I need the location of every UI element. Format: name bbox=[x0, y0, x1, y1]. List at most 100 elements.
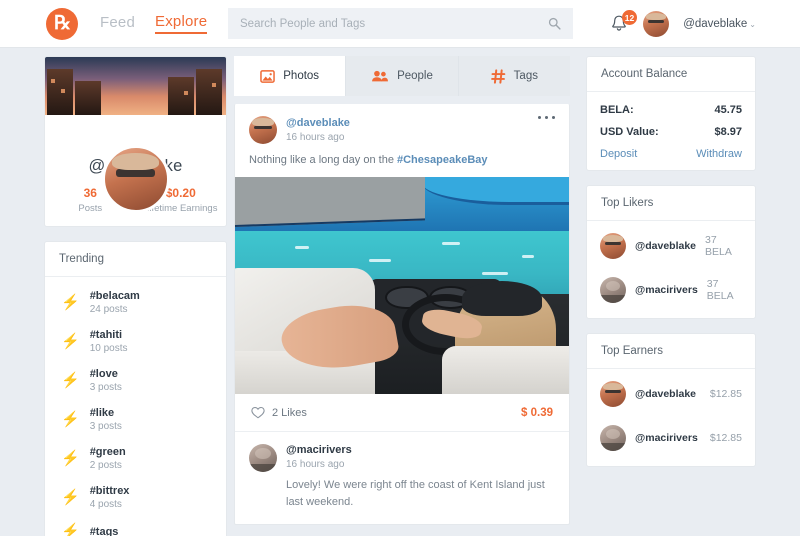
account-handle: @daveblake bbox=[683, 18, 748, 30]
trending-item[interactable]: ⚡ #tags bbox=[45, 517, 226, 536]
post-header: @daveblake 16 hours ago bbox=[235, 104, 569, 144]
bolt-icon: ⚡ bbox=[61, 411, 80, 428]
trending-item[interactable]: ⚡ #like 3 posts bbox=[45, 400, 226, 439]
cover-building bbox=[75, 81, 101, 115]
top-earner-avatar[interactable] bbox=[600, 381, 626, 407]
top-liker-handle[interactable]: @daveblake bbox=[635, 240, 696, 252]
trending-item-tag: #belacam bbox=[89, 290, 140, 302]
nav-item-feed[interactable]: Feed bbox=[100, 14, 135, 33]
tab-photos[interactable]: Photos bbox=[234, 56, 347, 96]
deposit-link[interactable]: Deposit bbox=[600, 148, 637, 160]
belacam-b-logo-icon[interactable]: ℞ bbox=[46, 7, 78, 40]
post-author-avatar[interactable] bbox=[249, 116, 277, 144]
trending-item[interactable]: ⚡ #belacam 24 posts bbox=[45, 283, 226, 322]
trending-item-tag: #tahiti bbox=[89, 329, 123, 341]
post-caption-text: Nothing like a long day on the bbox=[249, 154, 397, 166]
balance-usd-value: $8.97 bbox=[714, 126, 742, 138]
cover-window bbox=[51, 79, 55, 83]
top-earner-handle[interactable]: @daveblake bbox=[635, 388, 701, 400]
bolt-icon: ⚡ bbox=[61, 333, 80, 350]
people-icon bbox=[371, 69, 389, 83]
top-liker-item[interactable]: @macirivers 37 BELA bbox=[587, 268, 755, 312]
main-nav: Feed Explore bbox=[100, 13, 208, 34]
balance-bela-value: 45.75 bbox=[714, 104, 742, 116]
top-earner-item[interactable]: @macirivers $12.85 bbox=[587, 416, 755, 460]
nav-item-explore[interactable]: Explore bbox=[155, 13, 208, 34]
top-liker-avatar[interactable] bbox=[600, 277, 626, 303]
bolt-icon: ⚡ bbox=[61, 294, 80, 311]
top-earner-handle[interactable]: @macirivers bbox=[635, 432, 701, 444]
trending-item[interactable]: ⚡ #love 3 posts bbox=[45, 361, 226, 400]
trending-title: Trending bbox=[45, 242, 226, 277]
trending-item-tag: #like bbox=[89, 407, 115, 419]
post-caption-hashtag[interactable]: #ChesapeakeBay bbox=[397, 154, 488, 166]
trending-card: Trending ⚡ #belacam 24 posts ⚡ #tahiti 1… bbox=[44, 241, 227, 536]
trending-item[interactable]: ⚡ #green 2 posts bbox=[45, 439, 226, 478]
photo-canopy-left bbox=[235, 177, 426, 227]
app-root: ℞ Feed Explore Search People and Tags 12 bbox=[0, 0, 800, 536]
post-author-block[interactable]: @daveblake 16 hours ago bbox=[249, 116, 555, 144]
top-liker-value: 37 BELA bbox=[706, 278, 734, 302]
trending-item[interactable]: ⚡ #tahiti 10 posts bbox=[45, 322, 226, 361]
heart-icon[interactable] bbox=[251, 406, 265, 419]
top-earner-avatar[interactable] bbox=[600, 425, 626, 451]
trending-item-tag: #green bbox=[89, 446, 126, 458]
notifications-button[interactable]: 12 bbox=[609, 10, 638, 35]
trending-item[interactable]: ⚡ #bittrex 4 posts bbox=[45, 478, 226, 517]
comment-avatar[interactable] bbox=[249, 444, 277, 472]
top-earner-value: $12.85 bbox=[709, 432, 742, 444]
top-earners-card: Top Earners @daveblake $12.85 @maciriver… bbox=[586, 333, 756, 467]
balance-row-bela: BELA: 45.75 bbox=[587, 99, 755, 121]
top-likers-card: Top Likers @daveblake 37 BELA @maciriver… bbox=[586, 185, 756, 319]
tab-tags[interactable]: Tags bbox=[458, 56, 570, 96]
tab-people[interactable]: People bbox=[346, 56, 459, 96]
main-content: Photos People Tags @daveblake 16 hours a… bbox=[234, 56, 570, 525]
post-image[interactable] bbox=[235, 177, 569, 394]
account-balance-card: Account Balance BELA: 45.75 USD Value: $… bbox=[586, 56, 756, 171]
comment-author[interactable]: @macirivers bbox=[286, 444, 555, 456]
photo-icon bbox=[260, 69, 276, 83]
left-sidebar: @daveblake 36 Posts $0.20 Lifetime Earni… bbox=[44, 56, 227, 536]
post-author-handle[interactable]: @daveblake bbox=[286, 117, 350, 129]
post-likes[interactable]: 2 Likes bbox=[251, 406, 307, 419]
tab-tags-label: Tags bbox=[513, 70, 538, 82]
bolt-icon: ⚡ bbox=[61, 372, 80, 389]
trending-item-tag: #love bbox=[89, 368, 118, 380]
top-liker-value: 37 BELA bbox=[705, 234, 732, 258]
top-earners-list: @daveblake $12.85 @macirivers $12.85 bbox=[587, 369, 755, 466]
notification-count-badge: 12 bbox=[621, 10, 638, 25]
header-right-group: 12 @daveblake ⌄ bbox=[609, 0, 756, 48]
hash-icon bbox=[490, 68, 506, 84]
more-options-icon[interactable] bbox=[538, 116, 555, 119]
top-liker-handle[interactable]: @macirivers bbox=[635, 284, 698, 296]
photo-seat-right bbox=[442, 346, 569, 394]
profile-avatar[interactable] bbox=[101, 145, 170, 213]
search-icon[interactable] bbox=[548, 17, 561, 30]
photo-hat bbox=[462, 281, 543, 316]
trending-item-count: 24 posts bbox=[89, 304, 128, 315]
top-liker-avatar[interactable] bbox=[600, 233, 626, 259]
account-balance-body: BELA: 45.75 USD Value: $8.97 Deposit Wit… bbox=[587, 92, 755, 170]
chevron-down-icon: ⌄ bbox=[749, 19, 756, 29]
top-header: ℞ Feed Explore Search People and Tags 12 bbox=[0, 0, 800, 48]
right-sidebar: Account Balance BELA: 45.75 USD Value: $… bbox=[586, 56, 756, 467]
balance-row-usd: USD Value: $8.97 bbox=[587, 121, 755, 143]
account-menu[interactable]: @daveblake ⌄ bbox=[683, 18, 756, 30]
trending-item-tag: #tags bbox=[89, 525, 119, 536]
tab-people-label: People bbox=[397, 70, 433, 82]
cover-building bbox=[196, 69, 222, 115]
search-bar[interactable]: Search People and Tags bbox=[228, 8, 573, 39]
cover-window bbox=[212, 83, 216, 87]
balance-bela-label: BELA: bbox=[600, 104, 634, 116]
comment-timestamp: 16 hours ago bbox=[286, 459, 345, 470]
withdraw-link[interactable]: Withdraw bbox=[696, 148, 742, 160]
top-earner-item[interactable]: @daveblake $12.85 bbox=[587, 372, 755, 416]
bolt-icon: ⚡ bbox=[61, 450, 80, 467]
search-input[interactable]: Search People and Tags bbox=[240, 18, 548, 30]
top-liker-item[interactable]: @daveblake 37 BELA bbox=[587, 224, 755, 268]
profile-cover-image bbox=[45, 57, 226, 115]
trending-item-tag: #bittrex bbox=[89, 485, 130, 497]
trending-list: ⚡ #belacam 24 posts ⚡ #tahiti 10 posts ⚡ bbox=[45, 277, 226, 536]
profile-card: @daveblake 36 Posts $0.20 Lifetime Earni… bbox=[44, 56, 227, 227]
header-avatar[interactable] bbox=[643, 11, 670, 37]
